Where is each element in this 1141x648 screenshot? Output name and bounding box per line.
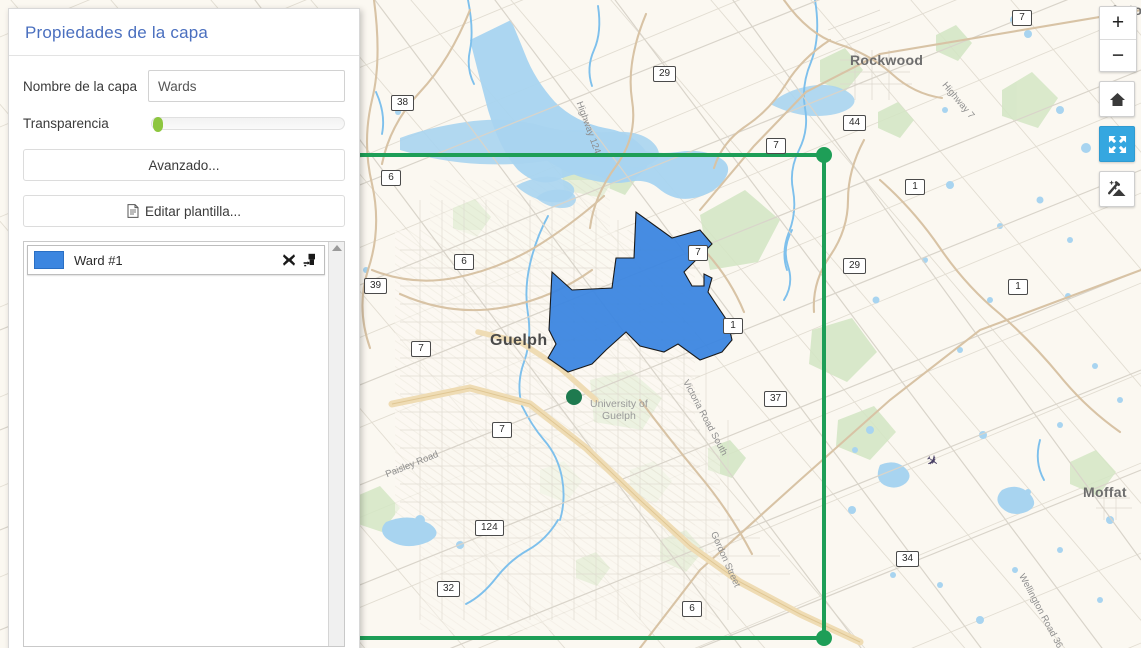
feature-point-marker (566, 389, 582, 405)
route-shield: 7 (411, 341, 431, 357)
transparency-slider[interactable] (151, 117, 345, 132)
minus-icon: − (1111, 43, 1125, 67)
route-shield: 1 (1008, 279, 1028, 295)
route-shield: 7 (688, 245, 708, 261)
control-spacer (1099, 117, 1137, 126)
route-shield: 29 (653, 66, 677, 82)
advanced-button[interactable]: Avanzado... (23, 149, 345, 181)
layer-name-label: Nombre de la capa (23, 79, 138, 94)
route-shield: 1 (905, 179, 925, 195)
home-button[interactable] (1099, 81, 1135, 117)
zoom-to-feature-icon-glyph (303, 253, 315, 266)
route-shield: 39 (364, 278, 388, 294)
route-shield: 32 (437, 581, 461, 597)
route-shield: 7 (1012, 10, 1032, 26)
close-icon[interactable] (282, 253, 296, 267)
route-shield: 6 (454, 254, 474, 270)
zoom-control-group: + − (1099, 6, 1137, 72)
advanced-button-label: Avanzado... (148, 157, 220, 173)
panel-body: Nombre de la capa Transparencia Avanzado… (9, 56, 359, 241)
route-shield: 6 (682, 601, 702, 617)
home-icon (1109, 92, 1125, 106)
route-shield: 6 (381, 170, 401, 186)
route-shield: 124 (475, 520, 504, 536)
route-shield: 29 (843, 258, 867, 274)
list-item-label: Ward #1 (74, 252, 123, 268)
list-scrollbar[interactable] (328, 242, 344, 646)
scroll-up-arrow-icon[interactable] (331, 245, 342, 251)
route-shield: 37 (764, 391, 788, 407)
list-item[interactable]: Ward #1 (27, 245, 325, 275)
layer-name-input[interactable] (148, 70, 345, 102)
route-shield: 38 (391, 95, 415, 111)
transparency-label: Transparencia (23, 116, 109, 131)
route-shield: 1 (723, 318, 743, 334)
control-spacer (1099, 162, 1137, 171)
list-item-actions (282, 253, 318, 268)
route-shield: 7 (492, 422, 512, 438)
route-shield: 44 (843, 115, 867, 131)
plus-icon: + (1111, 11, 1125, 34)
fullscreen-button[interactable] (1099, 126, 1135, 162)
panel-title: Propiedades de la capa (9, 9, 359, 56)
zoom-to-feature-icon[interactable] (303, 253, 318, 268)
layer-feature-list-inner: Ward #1 (24, 242, 328, 646)
edit-template-button-label: Editar plantilla... (144, 203, 242, 219)
basemap-button[interactable] (1099, 171, 1135, 207)
magic-wand-basemap-icon (1108, 180, 1126, 196)
edit-template-button[interactable]: Editar plantilla... (23, 195, 345, 227)
layer-name-row: Nombre de la capa (23, 70, 345, 102)
transparency-slider-handle[interactable] (153, 117, 163, 132)
app-root: Guelph Rockwood Moffat Acto University o… (0, 0, 1141, 648)
feature-color-swatch[interactable] (34, 251, 64, 269)
document-icon (127, 204, 139, 218)
zoom-out-button[interactable]: − (1100, 39, 1136, 71)
expand-arrows-icon (1108, 135, 1126, 153)
layer-feature-list: Ward #1 (23, 241, 345, 647)
transparency-row: Transparencia (23, 116, 345, 132)
layer-properties-panel: Propiedades de la capa Nombre de la capa… (8, 8, 360, 648)
route-shield: 34 (896, 551, 920, 567)
control-spacer (1099, 72, 1137, 81)
zoom-in-button[interactable]: + (1100, 7, 1136, 39)
map-controls: + − (1099, 6, 1137, 207)
route-shield: 7 (766, 138, 786, 154)
close-icon-glyph (283, 254, 295, 266)
